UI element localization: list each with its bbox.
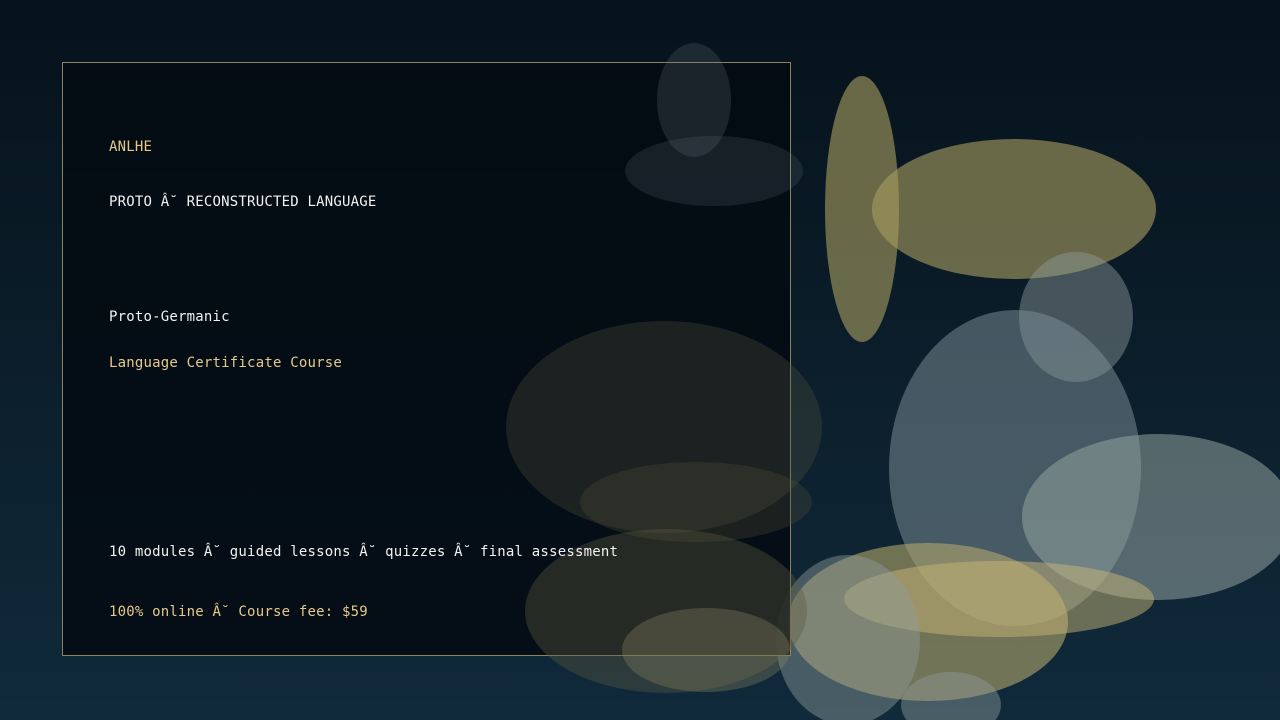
language-title: Proto-Germanic	[109, 309, 230, 325]
language-category-label: PROTO Â˘ RECONSTRUCTED LANGUAGE	[109, 194, 377, 210]
bubble-gray-bottom-left	[776, 555, 920, 720]
course-modules-summary: 10 modules Â˘ guided lessons Â˘ quizzes …	[109, 544, 619, 560]
brand-label: ANLHE	[109, 139, 153, 155]
bubble-gold-wide	[872, 139, 1156, 279]
course-fee-line: 100% online Â˘ Course fee: $59	[109, 604, 368, 620]
course-type-label: Language Certificate Course	[109, 355, 342, 371]
